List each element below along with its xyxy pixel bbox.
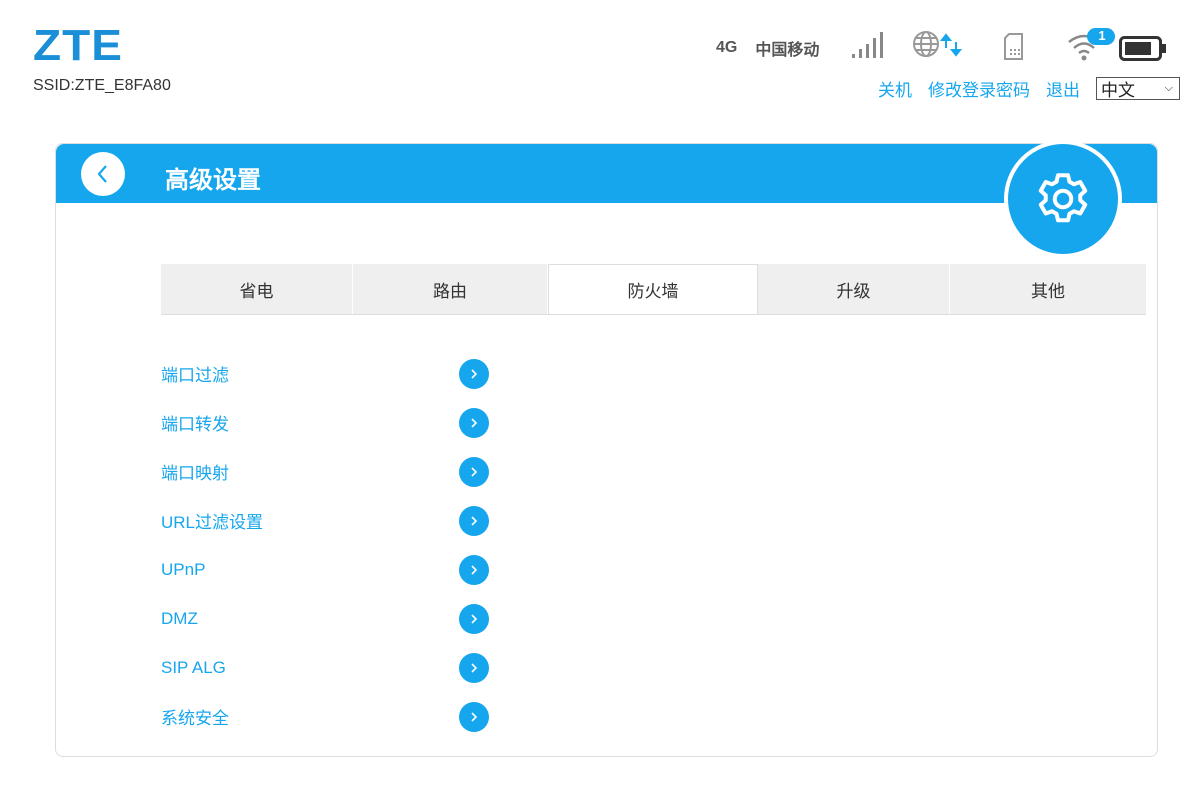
menu-port-mapping[interactable]: 端口映射 [161,447,489,496]
list-item-label: URL过滤设置 [161,513,264,532]
list-item-label: 端口过滤 [161,366,229,385]
tab-power-saving[interactable]: 省电 [161,264,353,314]
status-bar: 4G 中国移动 [716,36,819,60]
carrier-name: 中国移动 [755,42,820,59]
list-item-label: DMZ [161,608,198,628]
chevron-down-icon: ⌵ [1164,82,1173,94]
signal-icon [852,32,883,58]
battery-icon [1119,36,1166,61]
menu-url-filter[interactable]: URL过滤设置 [161,496,489,545]
change-password-link[interactable]: 修改登录密码 [928,76,1030,101]
firewall-menu: 端口过滤 端口转发 端口映射 URL过滤设置 UPnP DMZ SIP ALG … [161,349,489,741]
network-type: 4G [716,39,738,56]
ssid-label: SSID:ZTE_E8FA80 [33,77,171,94]
list-item-label: 系统安全 [161,709,229,728]
menu-port-filter[interactable]: 端口过滤 [161,349,489,398]
language-select[interactable]: 中文 ⌵ [1096,77,1180,100]
list-item-label: 端口映射 [161,464,229,483]
chevron-right-icon[interactable] [459,456,489,487]
menu-dmz[interactable]: DMZ [161,594,489,643]
panel-header: 高级设置 [56,140,1157,258]
page-title: 高级设置 [165,167,261,194]
gear-icon [1038,173,1088,223]
menu-upnp[interactable]: UPnP [161,545,489,594]
chevron-right-icon[interactable] [459,603,489,634]
chevron-right-icon[interactable] [459,652,489,683]
sim-card-icon [1004,33,1023,60]
wifi-client-count-badge: 1 [1098,28,1106,43]
advanced-settings-panel: 高级设置 省电 路由 防火墙 升级 其他 端口过滤 端口转发 端口映射 URL过… [55,140,1158,757]
list-item-label: 端口转发 [161,415,229,434]
back-button[interactable] [81,152,125,196]
tab-router[interactable]: 路由 [353,264,548,314]
chevron-right-icon[interactable] [459,505,489,536]
menu-port-forwarding[interactable]: 端口转发 [161,398,489,447]
shutdown-link[interactable]: 关机 [878,76,912,101]
settings-badge [1004,140,1122,258]
tab-firewall[interactable]: 防火墙 [548,264,758,314]
list-item-label: UPnP [161,559,206,579]
chevron-right-icon[interactable] [459,554,489,585]
chevron-right-icon[interactable] [459,358,489,389]
chevron-right-icon[interactable] [459,701,489,732]
chevron-right-icon[interactable] [459,407,489,438]
tab-bar: 省电 路由 防火墙 升级 其他 [161,264,1146,315]
list-item-label: SIP ALG [161,657,226,677]
header-links: 关机 修改登录密码 退出 中文 ⌵ [878,76,1180,101]
logout-link[interactable]: 退出 [1046,76,1080,101]
language-value: 中文 [1101,81,1135,100]
menu-sip-alg[interactable]: SIP ALG [161,643,489,692]
zte-logo: ZTE [33,20,123,70]
chevron-left-icon [97,165,107,183]
internet-connected-icon [913,31,963,57]
tab-upgrade[interactable]: 升级 [758,264,950,314]
menu-system-security[interactable]: 系统安全 [161,692,489,741]
tab-others[interactable]: 其他 [950,264,1146,314]
